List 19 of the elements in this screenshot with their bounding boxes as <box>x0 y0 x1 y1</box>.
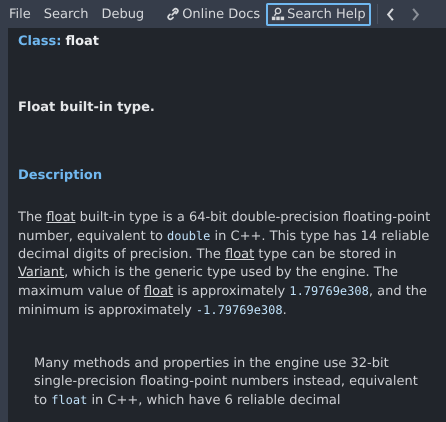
menu-item[interactable]: File <box>4 4 36 24</box>
description-text: Many methods and properties in the engine use 32-bit single-precision floating-point numbers instead, equivalent to float in C++, which have 6 reliable decimal <box>34 355 419 410</box>
class-link[interactable]: Variant <box>18 265 64 280</box>
description-text: The float built-in type is a 64-bit double-precision floating-point number, equivalent to double in C++. This type has 14 reliable decimal digits of precision. The float type can be stored in Variant, which is the generic type used by the engine. The maximum value of float is approximately 1.79769e308, and the minimum is approximately -1.79769e308. <box>18 209 432 320</box>
back-icon[interactable] <box>386 6 396 22</box>
forward-icon[interactable] <box>410 6 420 22</box>
class-label: Class: <box>18 34 62 49</box>
toolbar-button[interactable]: Online Docs <box>162 4 264 24</box>
class-link[interactable]: float <box>144 284 174 299</box>
class-name: float <box>65 34 100 49</box>
brief-description: Float built-in type. <box>18 100 156 115</box>
toolbar-button[interactable]: Search Help <box>266 2 371 26</box>
link-icon <box>166 7 180 21</box>
menu-item[interactable]: Debug <box>96 4 150 24</box>
section-title: Description <box>18 168 104 183</box>
class-link[interactable]: float <box>46 210 76 225</box>
class-link[interactable]: float <box>225 247 254 262</box>
doc-search-icon <box>271 7 286 21</box>
menu-item[interactable]: Search <box>38 4 94 24</box>
